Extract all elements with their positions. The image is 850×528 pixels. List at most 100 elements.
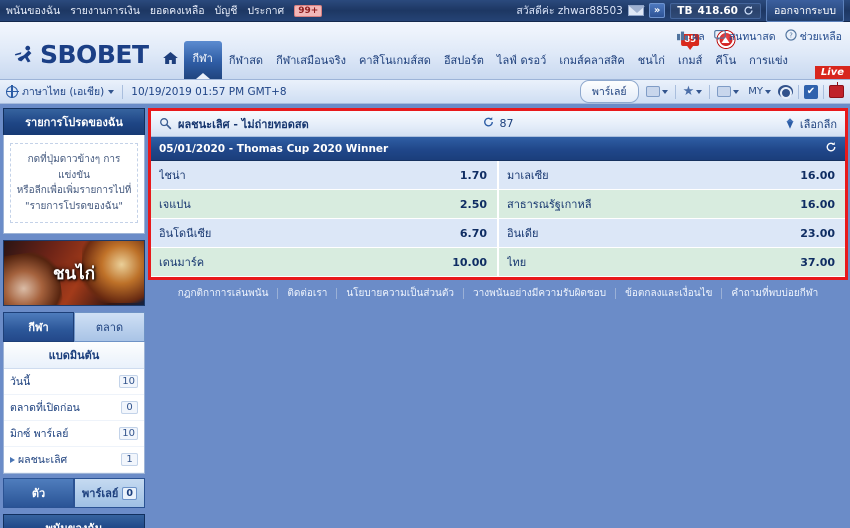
- display-mode-icon[interactable]: [715, 85, 741, 98]
- parlay-count: 0: [122, 486, 137, 500]
- odds-row[interactable]: ไทย 37.00: [499, 248, 845, 277]
- market-row-count: 0: [121, 401, 138, 414]
- left-sidebar: รายการโปรดของฉัน กดที่ปุ่มดาวข้างๆ การแข…: [0, 104, 148, 528]
- market-row-label: วันนี้: [10, 376, 31, 388]
- odds-row[interactable]: เดนมาร์ค 10.00: [151, 248, 497, 277]
- team-name: ไชน่า: [159, 169, 186, 182]
- nav-sports[interactable]: กีฬา: [183, 41, 222, 79]
- favourite-star-icon[interactable]: ★: [681, 85, 705, 98]
- announcement-link[interactable]: ประกาศ: [247, 2, 284, 19]
- odds-row[interactable]: อินโดนีเซีย 6.70: [151, 219, 497, 248]
- league-row[interactable]: 05/01/2020 - Thomas Cup 2020 Winner: [151, 137, 845, 161]
- odds-row[interactable]: สาธารณรัฐเกาหลี 16.00: [499, 190, 845, 219]
- sbobet-logo[interactable]: SBOBET: [0, 40, 159, 79]
- sbobet-page: พนันของฉัน รายงานการเงิน ยอดคงเหลือ บัญชี ปร…: [0, 0, 850, 528]
- sidebar-market-row[interactable]: ตลาดที่เปิดก่อน 0: [4, 395, 144, 421]
- footer-link[interactable]: กฎกติกาการเล่นพนัน: [169, 288, 279, 299]
- favourites-title: รายการโปรดของฉัน: [3, 108, 145, 135]
- favourites-hint-line: "รายการโปรดของฉัน": [24, 200, 124, 212]
- nav-live-casino[interactable]: คาสิโนเกมส์สด: [353, 47, 437, 75]
- help-link[interactable]: ? ช่วยเหลือ: [784, 28, 842, 45]
- subbar-tools: พาร์เลย์ ★ MY ✔: [579, 80, 844, 103]
- refresh-counter[interactable]: 87: [483, 116, 514, 131]
- nav-cockfight[interactable]: ชนไก่: [632, 47, 671, 75]
- odds-price[interactable]: 16.00: [800, 198, 835, 211]
- nav-live-sports-label: กีฬาสด: [228, 54, 264, 67]
- nav-racing[interactable]: การแข่ง: [743, 47, 794, 75]
- market-row-label: ผลชนะเลิศ: [18, 454, 68, 466]
- mail-icon[interactable]: [627, 5, 645, 16]
- nav-keno[interactable]: คีโน: [709, 31, 742, 75]
- refresh-balance-icon[interactable]: [743, 5, 754, 16]
- page-body: รายการโปรดของฉัน กดที่ปุ่มดาวข้างๆ การแข…: [0, 104, 850, 528]
- sidebar-market-row[interactable]: วันนี้ 10: [4, 369, 144, 395]
- nav-classic-games[interactable]: เกมส์คลาสสิค: [553, 47, 630, 75]
- footer-link[interactable]: วางพนันอย่างมีความรับผิดชอบ: [464, 288, 617, 299]
- balance-amount: 418.60: [697, 4, 738, 17]
- language-label: ภาษาไทย (เอเชีย): [22, 86, 105, 98]
- nav-classic-games-label: เกมส์คลาสสิค: [559, 54, 625, 67]
- home-icon[interactable]: [159, 45, 183, 75]
- results-link[interactable]: ผล: [676, 28, 705, 45]
- odds-grid: ไชน่า 1.70 เจแปน 2.50 อินโดนีเซีย 6.70 เดนมาร์…: [151, 161, 845, 277]
- footer-link[interactable]: ข้อตกลงและเงื่อนไข: [616, 288, 723, 299]
- nav-esports-label: อีสปอร์ต: [443, 54, 484, 67]
- language-selector[interactable]: ภาษาไทย (เอเชีย): [5, 83, 115, 100]
- live-badge[interactable]: Live: [814, 66, 850, 79]
- odds-row[interactable]: อินเดีย 23.00: [499, 219, 845, 248]
- odds-price[interactable]: 23.00: [800, 227, 835, 240]
- odds-row[interactable]: เจแปน 2.50: [151, 190, 497, 219]
- sidebar-market-row[interactable]: มิกซ์ พาร์เลย์ 10: [4, 421, 144, 447]
- tab-sports[interactable]: กีฬา: [3, 312, 74, 342]
- banner-text: ชนไก่: [52, 263, 95, 284]
- parlay-button[interactable]: พาร์เลย์: [579, 80, 639, 103]
- accept-odds-icon[interactable]: ✔: [804, 84, 818, 99]
- search-icon[interactable]: [159, 117, 172, 130]
- sound-off-icon[interactable]: [778, 85, 793, 99]
- odds-row[interactable]: ไชน่า 1.70: [151, 161, 497, 190]
- balance-display: TB 418.60: [670, 2, 761, 19]
- logout-button[interactable]: ออกจากระบบ: [766, 0, 844, 22]
- footer-link[interactable]: คำถามที่พบบ่อยกีฬา: [722, 288, 827, 299]
- odds-price[interactable]: 16.00: [800, 169, 835, 182]
- team-name: อินโดนีเซีย: [159, 227, 212, 240]
- odds-price[interactable]: 6.70: [460, 227, 487, 240]
- nav-live-draw[interactable]: ไลฟ์ ดรอว์: [491, 47, 552, 75]
- odds-price[interactable]: 37.00: [800, 256, 835, 269]
- nav-virtual-sports[interactable]: กีฬาเสมือนจริง: [270, 47, 352, 75]
- market-title: ผลชนะเลิศ - ไม่ถ่ายทอดสด: [178, 117, 309, 131]
- odds-price[interactable]: 10.00: [452, 256, 487, 269]
- odds-format-icon[interactable]: [644, 85, 670, 98]
- live-tv-icon[interactable]: [829, 82, 844, 98]
- my-bets-link[interactable]: พนันของฉัน: [6, 2, 60, 19]
- market-row-count: 10: [119, 375, 138, 388]
- footer-link[interactable]: นโยบายความเป็นส่วนตัว: [337, 288, 464, 299]
- server-clock: 10/19/2019 01:57 PM GMT+8: [131, 85, 287, 98]
- odds-row[interactable]: มาเลเซีย 16.00: [499, 161, 845, 190]
- results-icon: [676, 30, 689, 44]
- market-row-label: ตลาดที่เปิดก่อน: [10, 402, 80, 414]
- nav-games[interactable]: 85 เกมส์: [672, 34, 708, 75]
- live-chat-link[interactable]: สนทนาสด: [713, 28, 776, 45]
- account-links: พนันของฉัน รายงานการเงิน ยอดคงเหลือ บัญชี ปร…: [6, 2, 323, 19]
- account-link[interactable]: บัญชี: [215, 2, 238, 19]
- sidebar-market-row[interactable]: ผลชนะเลิศ 1: [4, 447, 144, 473]
- tab-markets[interactable]: ตลาด: [74, 312, 145, 342]
- odds-price[interactable]: 2.50: [460, 198, 487, 211]
- odds-price[interactable]: 1.70: [460, 169, 487, 182]
- bet-parlay-tab[interactable]: พาร์เลย์ 0: [74, 478, 145, 508]
- favourites-hint-line: กดที่ปุ่มดาวข้างๆ การแข่งขัน: [27, 154, 121, 181]
- cockfight-banner[interactable]: ชนไก่: [3, 240, 145, 306]
- balance-link[interactable]: ยอดคงเหลือ: [150, 2, 205, 19]
- select-league-button[interactable]: เลือกลีก: [784, 115, 837, 133]
- main-navigation: กีฬา กีฬาสด กีฬาเสมือนจริง คาสิโนเกมส์สด อีส…: [159, 31, 850, 79]
- bet-single-tab[interactable]: ตัว: [3, 478, 74, 508]
- nav-live-sports[interactable]: กีฬาสด: [223, 47, 269, 75]
- nav-esports[interactable]: อีสปอร์ต: [438, 47, 490, 75]
- league-title: 05/01/2020 - Thomas Cup 2020 Winner: [159, 142, 389, 155]
- league-refresh-icon[interactable]: [825, 141, 837, 156]
- statement-link[interactable]: รายงานการเงิน: [70, 2, 140, 19]
- footer-link[interactable]: ติดต่อเรา: [278, 288, 338, 299]
- my-menu-button[interactable]: MY: [746, 85, 773, 98]
- expand-button[interactable]: »: [648, 3, 666, 18]
